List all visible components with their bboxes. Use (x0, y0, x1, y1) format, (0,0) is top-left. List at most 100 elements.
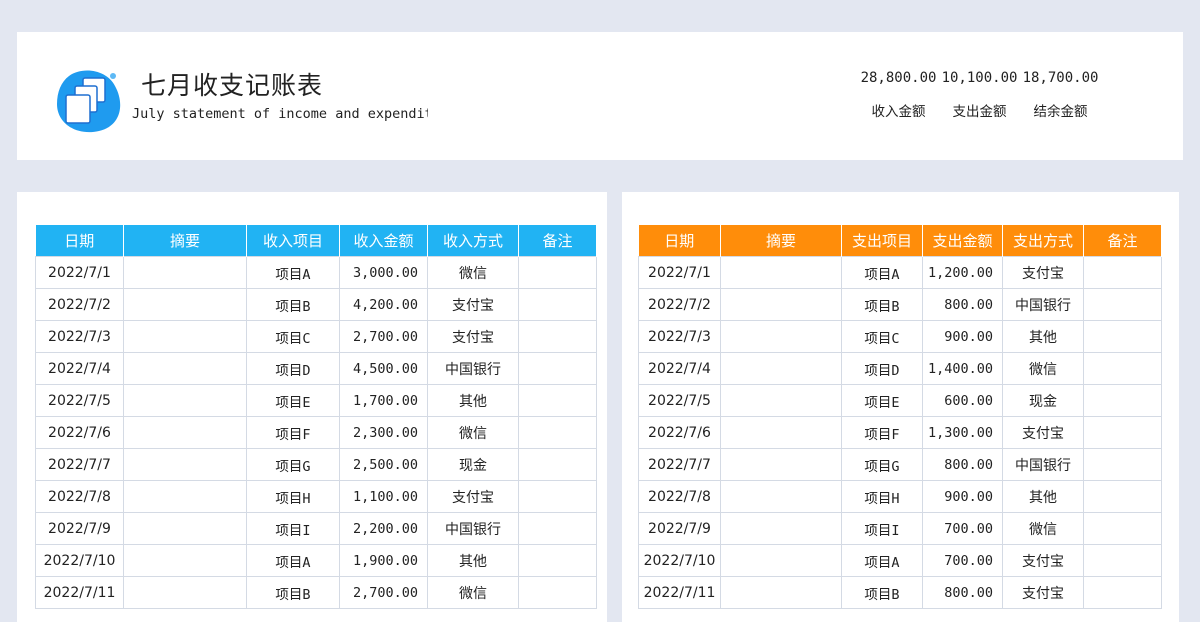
income-table-row[interactable]: 2022/7/9 项目I 2,200.00 中国银行 (35, 512, 597, 545)
expense-date-cell[interactable]: 2022/7/8 (638, 480, 721, 513)
expense-col-summary[interactable]: 摘要 (720, 225, 842, 257)
income-item-cell[interactable]: 项目B (246, 288, 340, 321)
expense-method-cell[interactable]: 支付宝 (1002, 256, 1084, 289)
income-amount-cell[interactable]: 1,100.00 (339, 480, 428, 513)
expense-date-cell[interactable]: 2022/7/11 (638, 576, 721, 609)
expense-item-cell[interactable]: 项目G (841, 448, 923, 481)
income-amount-cell[interactable]: 3,000.00 (339, 256, 428, 289)
income-item-cell[interactable]: 项目H (246, 480, 340, 513)
expense-note-cell[interactable] (1083, 512, 1162, 545)
income-note-cell[interactable] (518, 288, 597, 321)
income-amount-cell[interactable]: 2,300.00 (339, 416, 428, 449)
expense-amount-cell[interactable]: 900.00 (922, 320, 1003, 353)
income-table-row[interactable]: 2022/7/11 项目B 2,700.00 微信 (35, 576, 597, 609)
income-amount-cell[interactable]: 2,500.00 (339, 448, 428, 481)
expense-note-cell[interactable] (1083, 448, 1162, 481)
expense-amount-cell[interactable]: 1,400.00 (922, 352, 1003, 385)
income-method-cell[interactable]: 支付宝 (427, 320, 519, 353)
income-date-cell[interactable]: 2022/7/9 (35, 512, 124, 545)
income-date-cell[interactable]: 2022/7/6 (35, 416, 124, 449)
expense-item-cell[interactable]: 项目F (841, 416, 923, 449)
income-summary-cell[interactable] (123, 384, 247, 417)
expense-summary-cell[interactable] (720, 256, 842, 289)
income-item-cell[interactable]: 项目D (246, 352, 340, 385)
expense-note-cell[interactable] (1083, 352, 1162, 385)
income-date-cell[interactable]: 2022/7/1 (35, 256, 124, 289)
income-note-cell[interactable] (518, 352, 597, 385)
expense-amount-cell[interactable]: 900.00 (922, 480, 1003, 513)
expense-amount-cell[interactable]: 800.00 (922, 576, 1003, 609)
income-method-cell[interactable]: 支付宝 (427, 480, 519, 513)
income-summary-cell[interactable] (123, 288, 247, 321)
expense-summary-cell[interactable] (720, 416, 842, 449)
income-method-cell[interactable]: 中国银行 (427, 512, 519, 545)
expense-date-cell[interactable]: 2022/7/2 (638, 288, 721, 321)
expense-col-amount[interactable]: 支出金额 (922, 225, 1003, 257)
income-date-cell[interactable]: 2022/7/11 (35, 576, 124, 609)
expense-table-row[interactable]: 2022/7/3 项目C 900.00 其他 (638, 320, 1162, 353)
income-amount-cell[interactable]: 1,700.00 (339, 384, 428, 417)
income-table-row[interactable]: 2022/7/8 项目H 1,100.00 支付宝 (35, 480, 597, 513)
income-method-cell[interactable]: 现金 (427, 448, 519, 481)
income-table-row[interactable]: 2022/7/1 项目A 3,000.00 微信 (35, 256, 597, 289)
expense-col-method[interactable]: 支出方式 (1002, 225, 1084, 257)
income-summary-cell[interactable] (123, 320, 247, 353)
income-date-cell[interactable]: 2022/7/10 (35, 544, 124, 577)
expense-date-cell[interactable]: 2022/7/10 (638, 544, 721, 577)
income-item-cell[interactable]: 项目C (246, 320, 340, 353)
income-table-row[interactable]: 2022/7/7 项目G 2,500.00 现金 (35, 448, 597, 481)
income-method-cell[interactable]: 其他 (427, 544, 519, 577)
income-table-row[interactable]: 2022/7/2 项目B 4,200.00 支付宝 (35, 288, 597, 321)
expense-summary-cell[interactable] (720, 544, 842, 577)
income-note-cell[interactable] (518, 416, 597, 449)
income-col-note[interactable]: 备注 (518, 225, 597, 257)
expense-summary-cell[interactable] (720, 512, 842, 545)
income-note-cell[interactable] (518, 480, 597, 513)
income-note-cell[interactable] (518, 576, 597, 609)
expense-amount-cell[interactable]: 700.00 (922, 512, 1003, 545)
expense-method-cell[interactable]: 微信 (1002, 352, 1084, 385)
income-summary-cell[interactable] (123, 480, 247, 513)
expense-table-row[interactable]: 2022/7/11 项目B 800.00 支付宝 (638, 576, 1162, 609)
expense-note-cell[interactable] (1083, 320, 1162, 353)
expense-table-row[interactable]: 2022/7/7 项目G 800.00 中国银行 (638, 448, 1162, 481)
expense-summary-cell[interactable] (720, 576, 842, 609)
income-col-summary[interactable]: 摘要 (123, 225, 247, 257)
expense-amount-cell[interactable]: 600.00 (922, 384, 1003, 417)
expense-summary-cell[interactable] (720, 320, 842, 353)
income-note-cell[interactable] (518, 544, 597, 577)
expense-item-cell[interactable]: 项目I (841, 512, 923, 545)
income-note-cell[interactable] (518, 512, 597, 545)
expense-item-cell[interactable]: 项目B (841, 576, 923, 609)
income-item-cell[interactable]: 项目A (246, 256, 340, 289)
expense-amount-cell[interactable]: 700.00 (922, 544, 1003, 577)
expense-method-cell[interactable]: 中国银行 (1002, 448, 1084, 481)
expense-table-row[interactable]: 2022/7/4 项目D 1,400.00 微信 (638, 352, 1162, 385)
income-method-cell[interactable]: 其他 (427, 384, 519, 417)
income-date-cell[interactable]: 2022/7/8 (35, 480, 124, 513)
income-summary-cell[interactable] (123, 544, 247, 577)
income-col-method[interactable]: 收入方式 (427, 225, 519, 257)
expense-method-cell[interactable]: 其他 (1002, 320, 1084, 353)
expense-date-cell[interactable]: 2022/7/1 (638, 256, 721, 289)
expense-col-note[interactable]: 备注 (1083, 225, 1162, 257)
expense-table-row[interactable]: 2022/7/5 项目E 600.00 现金 (638, 384, 1162, 417)
income-summary-cell[interactable] (123, 256, 247, 289)
expense-method-cell[interactable]: 支付宝 (1002, 576, 1084, 609)
income-date-cell[interactable]: 2022/7/4 (35, 352, 124, 385)
expense-method-cell[interactable]: 中国银行 (1002, 288, 1084, 321)
income-item-cell[interactable]: 项目B (246, 576, 340, 609)
income-note-cell[interactable] (518, 256, 597, 289)
income-date-cell[interactable]: 2022/7/2 (35, 288, 124, 321)
income-col-amount[interactable]: 收入金额 (339, 225, 428, 257)
expense-table-row[interactable]: 2022/7/1 项目A 1,200.00 支付宝 (638, 256, 1162, 289)
income-col-item[interactable]: 收入项目 (246, 225, 340, 257)
expense-item-cell[interactable]: 项目H (841, 480, 923, 513)
expense-item-cell[interactable]: 项目C (841, 320, 923, 353)
expense-summary-cell[interactable] (720, 384, 842, 417)
income-amount-cell[interactable]: 2,700.00 (339, 576, 428, 609)
income-amount-cell[interactable]: 1,900.00 (339, 544, 428, 577)
income-method-cell[interactable]: 微信 (427, 576, 519, 609)
income-table-row[interactable]: 2022/7/5 项目E 1,700.00 其他 (35, 384, 597, 417)
expense-amount-cell[interactable]: 1,200.00 (922, 256, 1003, 289)
